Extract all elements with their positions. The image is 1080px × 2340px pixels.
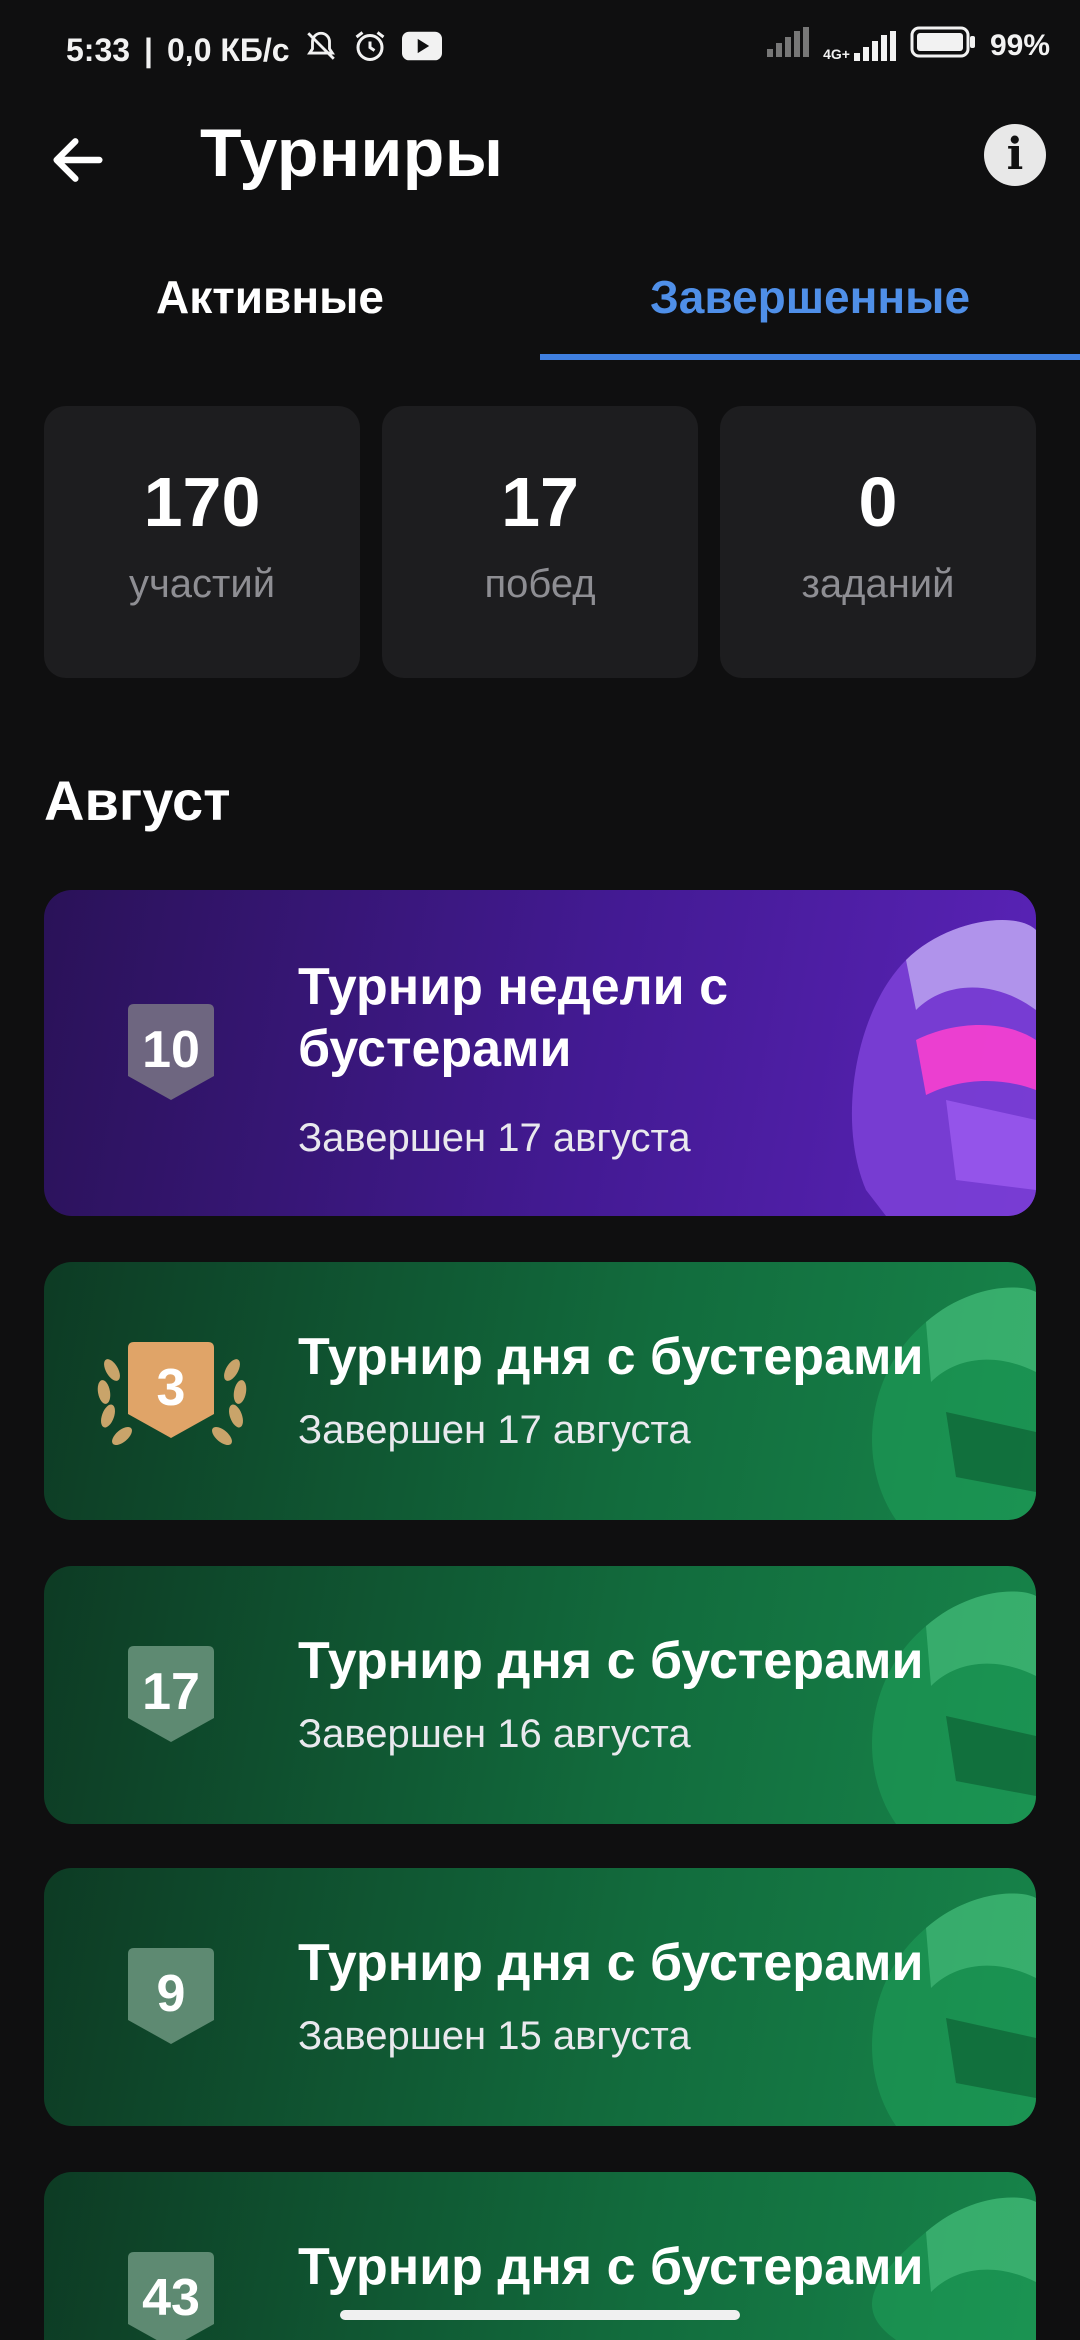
page-title: Турниры [200, 115, 504, 191]
youtube-icon [401, 31, 442, 69]
tournament-title: Турнир дня с бустерами [298, 2238, 924, 2296]
tournament-card[interactable]: 17 Турнир дня с бустерами Завершен 16 ав… [44, 1566, 1036, 1824]
stat-label: заданий [801, 562, 955, 606]
bell-off-icon [304, 29, 338, 71]
stats-row: 170 участий 17 побед 0 заданий [44, 406, 1036, 678]
stat-label: участий [128, 562, 276, 606]
stat-value: 17 [501, 463, 579, 541]
stat-participations: 170 участий [44, 406, 360, 678]
place-number: 9 [156, 1965, 186, 2023]
tournament-date: Завершен 15 августа [298, 2014, 691, 2058]
back-arrow-icon[interactable] [46, 128, 110, 192]
boxing-glove-icon [872, 1591, 1036, 1824]
place-number: 10 [142, 1021, 200, 1079]
tab-completed[interactable]: Завершенные [540, 270, 1080, 324]
tab-active[interactable]: Активные [0, 270, 540, 324]
tournament-card[interactable]: 3 Турнир дня с бустерами Завершен 17 авг… [44, 1262, 1036, 1520]
status-time: 5:33 [66, 31, 131, 68]
place-badge: 10 [128, 1004, 214, 1100]
alarm-icon [352, 28, 388, 72]
tournament-title: Турнир недели с бустерами [298, 958, 728, 1078]
status-speed: 0,0 КБ/с [167, 31, 290, 68]
status-left: 5:33 | 0,0 КБ/с [66, 28, 442, 72]
place-number: 17 [142, 1663, 200, 1721]
tournament-date: Завершен 16 августа [298, 1712, 691, 1756]
network-4g-icon: 4G+ [823, 31, 896, 61]
helmet-icon [851, 920, 1036, 1216]
app-bar: Турниры i [0, 110, 1080, 210]
place-badge: 43 [128, 2252, 214, 2340]
stat-label: побед [484, 562, 596, 606]
tournament-title: Турнир дня с бустерами [298, 1934, 924, 1992]
tournament-card[interactable]: 9 Турнир дня с бустерами Завершен 15 авг… [44, 1868, 1036, 2126]
home-indicator[interactable] [340, 2310, 740, 2320]
info-icon[interactable]: i [984, 124, 1046, 186]
stat-tasks: 0 заданий [720, 406, 1036, 678]
status-right: 4G+ 99% [767, 26, 1050, 66]
stat-value: 170 [143, 463, 261, 541]
tournament-card[interactable]: 10 Турнир недели с бустерами Завершен 17… [44, 890, 1036, 1216]
tournament-title: Турнир дня с бустерами [298, 1632, 924, 1690]
tab-indicator [540, 354, 1080, 360]
laurel-wreath-icon [97, 1359, 247, 1445]
month-heading: Август [44, 769, 231, 832]
stat-wins: 17 побед [382, 406, 698, 678]
tab-bar: Активные Завершенные [0, 250, 1080, 362]
boxing-glove-icon [872, 1287, 1036, 1520]
place-badge: 9 [128, 1948, 214, 2044]
boxing-glove-icon [872, 1893, 1036, 2126]
tournament-date: Завершен 17 августа [298, 1408, 691, 1452]
signal-icon [767, 27, 810, 65]
stat-value: 0 [858, 463, 898, 541]
place-number: 43 [142, 2269, 200, 2327]
tournament-date: Завершен 17 августа [298, 1116, 691, 1160]
status-bar: 5:33 | 0,0 КБ/с 4G+ 99% [0, 0, 1080, 96]
battery-icon [910, 26, 976, 66]
tournament-title: Турнир дня с бустерами [298, 1328, 924, 1386]
place-badge: 17 [128, 1646, 214, 1742]
battery-level: 99% [989, 29, 1050, 62]
